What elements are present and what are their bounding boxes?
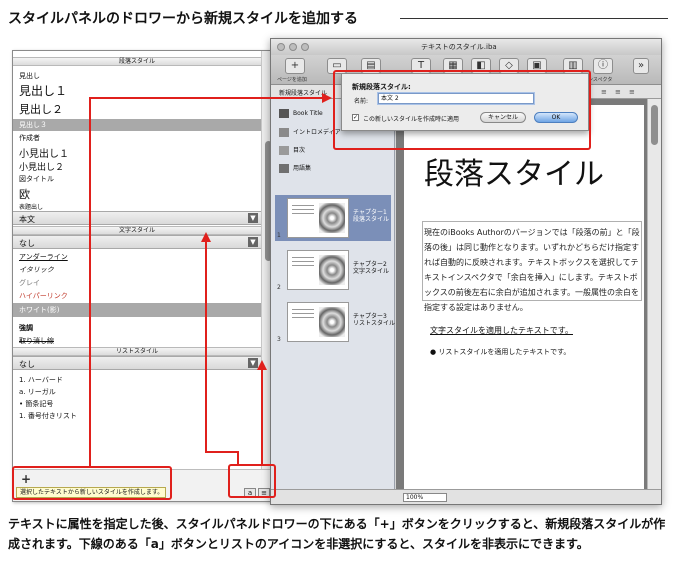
format-bar-style-label: 新規段落スタイル bbox=[279, 90, 328, 97]
book-icon bbox=[279, 109, 289, 118]
toolbar-label: ページを追加 bbox=[277, 77, 307, 83]
window-title: テキストのスタイル.iba bbox=[421, 43, 497, 51]
chapter-caption: チャプター2 文字スタイル bbox=[353, 261, 390, 275]
media-icon bbox=[279, 128, 289, 137]
window-footer: 100% bbox=[271, 489, 661, 504]
page-title[interactable]: 段落スタイル bbox=[424, 149, 604, 193]
close-window-button[interactable] bbox=[277, 43, 285, 51]
character-style-item[interactable]: 取り消し線 bbox=[19, 336, 54, 346]
list-style-item[interactable]: • 箇条記号 bbox=[19, 399, 53, 409]
character-style-sample[interactable]: 文字スタイルを適用したテキストです。 bbox=[430, 325, 573, 336]
page-thumbnail bbox=[287, 198, 349, 238]
character-style-item[interactable]: ハイパーリンク bbox=[19, 291, 68, 301]
character-style-item-selected[interactable]: ホワイト(影) bbox=[13, 303, 261, 317]
list-styles-header: リストスタイル bbox=[13, 347, 261, 356]
paragraph-style-item[interactable]: 見出し２ bbox=[19, 101, 63, 117]
chapter-caption: チャプター1 段落スタイル bbox=[353, 209, 390, 223]
character-style-item[interactable]: イタリック bbox=[19, 265, 54, 275]
list-style-item[interactable]: a. リーガル bbox=[19, 387, 56, 397]
canvas-scrollbar[interactable] bbox=[647, 99, 661, 491]
paragraph-style-item[interactable]: 小見出し１ bbox=[19, 145, 69, 160]
character-style-list: アンダーライン イタリック グレイ ハイパーリンク ホワイト(影) 強調 取り消… bbox=[13, 249, 261, 349]
flower-image-icon bbox=[319, 255, 345, 285]
glossary-icon bbox=[279, 164, 289, 173]
style-panel-drawer: 段落スタイル 見出し 見出し１ 見出し２ 見出し３ 作成者 小見出し１ 小見出し… bbox=[12, 50, 276, 502]
book-sidebar: Book Title イントロメディア 目次 用語集 チャプター1 段落スタイル… bbox=[271, 99, 395, 491]
paragraph-style-item[interactable]: 作成者 bbox=[19, 133, 40, 143]
sidebar-item-intro-media[interactable]: イントロメディア bbox=[279, 127, 341, 137]
paragraph-style-item-selected[interactable]: 見出し３ bbox=[13, 119, 261, 131]
chapter-thumbnail-selected[interactable]: チャプター1 段落スタイル 1 bbox=[275, 195, 391, 241]
chevron-down-icon[interactable]: ▼ bbox=[248, 358, 258, 368]
document-page: 段落スタイル 現在のiBooks Authorのバージョンでは「段落の前」と「段… bbox=[404, 105, 644, 491]
character-style-item[interactable]: グレイ bbox=[19, 278, 40, 288]
paragraph-style-current[interactable]: 本文 ▼ bbox=[13, 211, 261, 225]
chapter-caption: チャプター3 リストスタイル bbox=[353, 313, 396, 327]
chapter-number: 1 bbox=[277, 232, 281, 239]
zoom-select[interactable]: 100% bbox=[403, 493, 447, 502]
page-thumbnail bbox=[287, 250, 349, 290]
toc-icon bbox=[279, 146, 289, 155]
paragraph-style-item[interactable]: 表題出し bbox=[19, 202, 43, 211]
character-style-current[interactable]: なし ▼ bbox=[13, 235, 261, 249]
paragraph-styles-header: 段落スタイル bbox=[13, 57, 261, 66]
title-bar: テキストのスタイル.iba bbox=[271, 39, 661, 55]
sidebar-item-glossary[interactable]: 用語集 bbox=[279, 163, 311, 173]
paragraph-style-item[interactable]: 欧 bbox=[19, 186, 30, 202]
character-styles-header: 文字スタイル bbox=[13, 226, 261, 235]
page-thumbnail bbox=[287, 302, 349, 342]
chevron-down-icon[interactable]: ▼ bbox=[248, 237, 258, 247]
heading-rule bbox=[400, 18, 668, 19]
align-left-icon[interactable]: ≡ bbox=[601, 88, 607, 96]
character-style-item[interactable]: アンダーライン bbox=[19, 252, 68, 262]
article-caption: テキストに属性を指定した後、スタイルパネルドロワーの下にある「+」ボタンをクリッ… bbox=[8, 517, 666, 551]
align-right-icon[interactable]: ≡ bbox=[629, 88, 635, 96]
flower-image-icon bbox=[319, 203, 345, 233]
toggle-buttons-highlight-box bbox=[228, 464, 276, 498]
align-center-icon[interactable]: ≡ bbox=[615, 88, 621, 96]
toolbar-overflow-button[interactable]: » bbox=[633, 58, 649, 74]
paragraph-style-item[interactable]: 見出し bbox=[19, 71, 40, 81]
sidebar-item-toc[interactable]: 目次 bbox=[279, 145, 305, 155]
chapter-number: 2 bbox=[277, 284, 281, 291]
list-style-current[interactable]: なし ▼ bbox=[13, 356, 261, 370]
chapter-thumbnail[interactable]: チャプター2 文字スタイル 2 bbox=[275, 247, 391, 293]
character-style-item[interactable]: 強調 bbox=[19, 323, 33, 333]
list-style-item[interactable]: 1. ハーバード bbox=[19, 375, 63, 385]
flower-image-icon bbox=[319, 307, 345, 337]
dialog-highlight-box bbox=[333, 70, 591, 150]
page-canvas: 段落スタイル 現在のiBooks Authorのバージョンでは「段落の前」と「段… bbox=[396, 99, 649, 491]
list-style-sample[interactable]: ● リストスタイルを適用したテキストです。 bbox=[430, 347, 570, 357]
inspector-button[interactable]: ⓘ bbox=[593, 58, 613, 74]
zoom-window-button[interactable] bbox=[301, 43, 309, 51]
sidebar-item-book-title[interactable]: Book Title bbox=[279, 109, 323, 118]
paragraph-style-list: 見出し 見出し１ 見出し２ 見出し３ 作成者 小見出し１ 小見出し２ 図タイトル… bbox=[13, 67, 261, 217]
list-style-list: 1. ハーバード a. リーガル • 箇条記号 1. 番号付きリスト bbox=[13, 371, 261, 431]
chapter-number: 3 bbox=[277, 336, 281, 343]
article-heading: スタイルパネルのドロワーから新規スタイルを追加する bbox=[8, 11, 358, 27]
paragraph-style-item[interactable]: 見出し１ bbox=[19, 82, 67, 99]
paragraph-style-item[interactable]: 小見出し２ bbox=[19, 160, 64, 173]
chevron-down-icon[interactable]: ▼ bbox=[248, 213, 258, 223]
add-button-highlight-box bbox=[12, 466, 172, 500]
add-page-button[interactable]: + bbox=[285, 58, 305, 74]
chapter-thumbnail[interactable]: チャプター3 リストスタイル 3 bbox=[275, 299, 395, 345]
list-style-item[interactable]: 1. 番号付きリスト bbox=[19, 411, 77, 421]
scroll-thumb[interactable] bbox=[651, 105, 658, 145]
paragraph-style-item[interactable]: 図タイトル bbox=[19, 174, 54, 184]
minimize-window-button[interactable] bbox=[289, 43, 297, 51]
body-text[interactable]: 現在のiBooks Authorのバージョンでは「段落の前」と「段落の後」は同じ… bbox=[424, 225, 640, 315]
